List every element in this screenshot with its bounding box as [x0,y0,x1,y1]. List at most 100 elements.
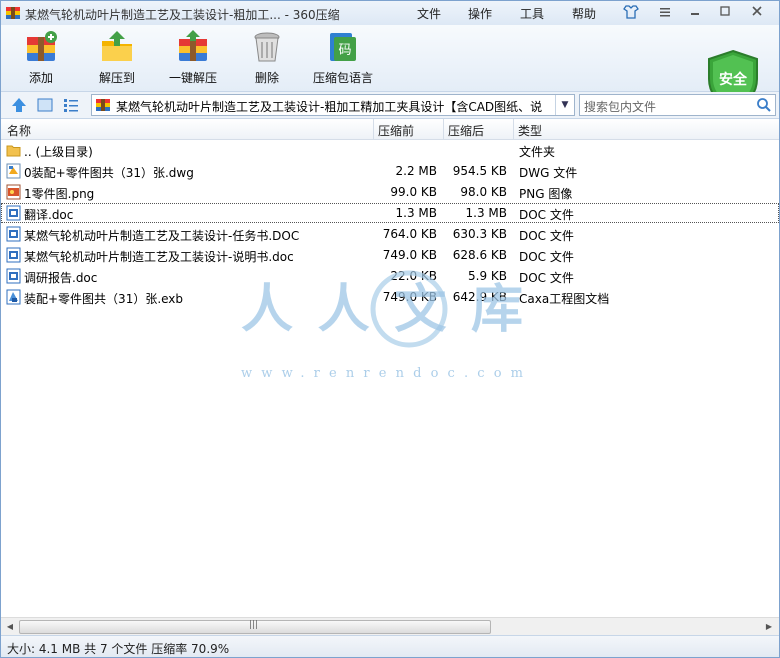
png-file-icon [6,184,21,200]
scrollbar-thumb[interactable]: ||| [19,620,491,634]
list-item[interactable]: 某燃气轮机动叶片制造工艺及工装设计-说明书.doc 749.0 KB 628.6… [1,245,779,265]
column-type[interactable]: 类型 [518,122,542,139]
file-size: 1.3 MB [395,206,437,220]
list-header: 名称 压缩前 压缩后 类型 [1,119,779,140]
add-button[interactable]: 添加 [9,29,73,89]
file-name: 1零件图.png [24,187,95,201]
list-item-parent-folder[interactable]: .. (上级目录) 文件夹 [1,140,779,160]
file-type: Caxa工程图文档 [519,292,610,306]
status-text: 大小: 4.1 MB 共 7 个文件 压缩率 70.9% [7,642,230,656]
list-item[interactable]: 调研报告.doc 22.0 KB 5.9 KB DOC 文件 [1,266,779,286]
scroll-right-icon[interactable]: ▶ [761,619,777,634]
file-type: DOC 文件 [519,271,574,285]
column-divider[interactable] [513,119,514,139]
archive-language-icon: 码 [330,33,356,61]
file-size: 749.0 KB [382,248,437,262]
dwg-file-icon [6,163,21,179]
one-click-extract-label: 一键解压 [168,71,217,85]
file-name: .. (上级目录) [24,145,93,159]
trash-bin-icon [254,32,280,62]
minimize-icon[interactable] [685,5,705,21]
doc-file-icon [6,268,21,284]
file-packed-size: 5.9 KB [468,269,507,283]
doc-file-icon [6,226,21,242]
menu-file[interactable]: 文件 [417,5,441,22]
folder-icon [6,145,21,157]
file-size: 764.0 KB [382,227,437,241]
file-name: 调研报告.doc [24,271,98,285]
file-size: 749.0 KB [382,290,437,304]
add-archive-icon [27,31,57,61]
delete-button[interactable]: 删除 [235,29,299,89]
extract-to-button[interactable]: 解压到 [85,29,149,89]
scroll-left-icon[interactable]: ◀ [2,619,18,634]
title-bar: 某燃气轮机动叶片制造工艺及工装设计-粗加工... - 360压缩 文件 操作 工… [1,1,779,25]
status-bar: 大小: 4.1 MB 共 7 个文件 压缩率 70.9% [1,635,779,657]
menu-operate[interactable]: 操作 [468,5,492,22]
menu-tools[interactable]: 工具 [520,5,544,22]
column-divider[interactable] [373,119,374,139]
list-item[interactable]: 某燃气轮机动叶片制造工艺及工装设计-任务书.DOC 764.0 KB 630.3… [1,224,779,244]
thumbnail-view-icon[interactable] [37,97,53,113]
file-packed-size: 954.5 KB [452,164,507,178]
close-icon[interactable] [747,5,767,21]
archive-icon [96,99,110,111]
search-input[interactable]: 搜索包内文件 [579,94,776,116]
add-label: 添加 [28,71,53,85]
search-placeholder: 搜索包内文件 [584,100,657,114]
extract-to-label: 解压到 [98,71,135,85]
file-type: DOC 文件 [519,250,574,264]
file-type: PNG 图像 [519,187,573,201]
window-title: 某燃气轮机动叶片制造工艺及工装设计-粗加工... - 360压缩 [25,8,340,22]
archive-language-label: 压缩包语言 [312,71,373,85]
file-size: 22.0 KB [390,269,437,283]
doc-file-icon [6,205,21,221]
address-bar[interactable]: 某燃气轮机动叶片制造工艺及工装设计-粗加工精加工夹具设计【含CAD图纸、说 ▼ [91,94,575,116]
list-item[interactable]: 装配+零件图共（31）张.exb 749.0 KB 642.9 KB Caxa工… [1,287,779,307]
scrollbar-grip-icon: ||| [249,620,259,630]
file-size: 2.2 MB [395,164,437,178]
one-click-extract-button[interactable]: 一键解压 [161,29,225,89]
column-name[interactable]: 名称 [7,122,31,139]
file-type: DOC 文件 [519,229,574,243]
list-item[interactable]: 0装配+零件图共（31）张.dwg 2.2 MB 954.5 KB DWG 文件 [1,161,779,181]
column-divider[interactable] [443,119,444,139]
column-size[interactable]: 压缩前 [378,122,414,139]
up-arrow-icon[interactable] [11,97,27,113]
file-packed-size: 642.9 KB [452,290,507,304]
menu-help[interactable]: 帮助 [572,5,596,22]
list-item-selected[interactable]: 翻译.doc 1.3 MB 1.3 MB DOC 文件 [1,203,779,223]
extract-to-icon [102,31,132,61]
file-name: 某燃气轮机动叶片制造工艺及工装设计-说明书.doc [24,250,294,264]
one-click-extract-icon [179,30,207,61]
address-dropdown-icon[interactable]: ▼ [555,95,574,115]
exb-file-icon [6,289,21,305]
maximize-icon[interactable] [715,5,735,21]
toolbar: 添加 解压到 一键解压 删除 码 压缩包语言 安全 [1,25,779,113]
file-name: 某燃气轮机动叶片制造工艺及工装设计-任务书.DOC [24,229,300,243]
safe-label: 安全 [719,72,747,88]
file-name: 翻译.doc [24,208,74,222]
file-size: 99.0 KB [390,185,437,199]
search-icon[interactable] [756,97,772,113]
file-type: 文件夹 [519,145,556,159]
list-view-icon[interactable] [63,97,79,113]
file-name: 0装配+零件图共（31）张.dwg [24,166,194,180]
file-packed-size: 1.3 MB [465,206,507,220]
file-packed-size: 98.0 KB [460,185,507,199]
delete-label: 删除 [254,71,279,85]
list-item[interactable]: 1零件图.png 99.0 KB 98.0 KB PNG 图像 [1,182,779,202]
svg-text:码: 码 [338,43,351,58]
column-packed[interactable]: 压缩后 [448,122,484,139]
file-name: 装配+零件图共（31）张.exb [24,292,184,306]
watermark-url: www.renrendoc.com [241,366,523,381]
skin-icon[interactable] [621,5,641,21]
archive-language-button[interactable]: 码 压缩包语言 [307,29,379,89]
address-row: 某燃气轮机动叶片制造工艺及工装设计-粗加工精加工夹具设计【含CAD图纸、说 ▼ … [1,92,779,119]
horizontal-scrollbar[interactable]: ◀ ||| ▶ [1,617,779,635]
file-type: DWG 文件 [519,166,578,180]
menu-dropdown-icon[interactable] [655,5,675,21]
address-path: 某燃气轮机动叶片制造工艺及工装设计-粗加工精加工夹具设计【含CAD图纸、说 [116,100,543,114]
file-type: DOC 文件 [519,208,574,222]
app-logo-icon [6,7,20,19]
